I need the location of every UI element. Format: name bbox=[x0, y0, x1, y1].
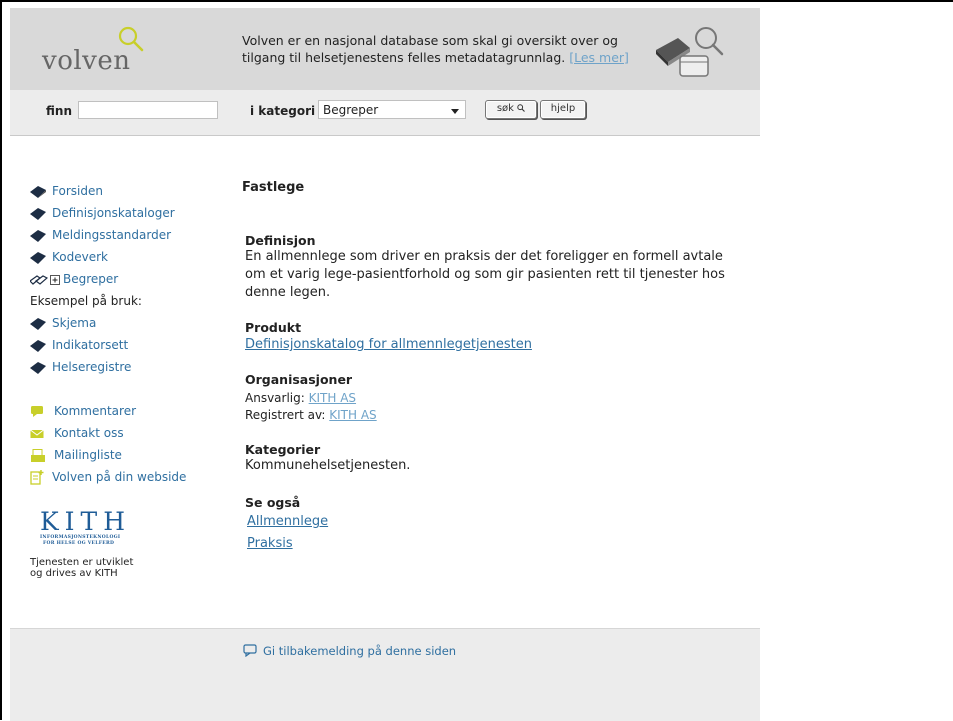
sidebar-item-label: Kontakt oss bbox=[54, 426, 124, 440]
window-border-left bbox=[0, 0, 2, 720]
search-button-label: søk bbox=[496, 103, 514, 114]
sidebar-item-kontakt[interactable]: Kontakt oss bbox=[30, 426, 124, 440]
category-selected-value: Begreper bbox=[323, 103, 379, 117]
sidebar-item-webside[interactable]: Volven på din webside bbox=[30, 470, 186, 485]
see-also-link-allmennlege[interactable]: Allmennlege bbox=[247, 514, 328, 529]
sidebar-item-label: Meldingsstandarder bbox=[52, 228, 172, 242]
mail-icon bbox=[30, 429, 44, 438]
sidebar-item-label: Definisjonskataloger bbox=[52, 206, 175, 220]
usage-heading: Eksempel på bruk: bbox=[30, 294, 142, 308]
comment-icon bbox=[243, 644, 257, 658]
sidebar-item-kodeverk[interactable]: Kodeverk bbox=[30, 250, 108, 264]
sidebar-item-label: Begreper bbox=[63, 272, 119, 286]
book-icon bbox=[30, 317, 46, 330]
kith-logo[interactable]: KITH INFORMASJONSTEKNOLOGI FOR HELSE OG … bbox=[40, 509, 131, 547]
expand-plus-icon[interactable] bbox=[50, 274, 60, 285]
sidebar-item-label: Forsiden bbox=[52, 184, 103, 198]
registered-label: Registrert av: bbox=[245, 408, 326, 422]
page: volven Volven er en nasjonal database so… bbox=[10, 8, 760, 721]
search-bar: finn i kategori Begreper søk hjelp bbox=[10, 90, 760, 136]
search-icon bbox=[517, 104, 526, 112]
kith-note-line1: Tjenesten er utviklet bbox=[30, 557, 134, 568]
kith-note: Tjenesten er utviklet og drives av KITH bbox=[30, 557, 133, 579]
sidebar-item-label: Skjema bbox=[52, 316, 97, 330]
search-button[interactable]: søk bbox=[485, 100, 537, 119]
category-select[interactable]: Begreper bbox=[318, 100, 466, 119]
window-border-top bbox=[0, 0, 953, 2]
footer: Gi tilbakemelding på denne siden bbox=[10, 628, 760, 721]
book-icon bbox=[30, 251, 46, 264]
registered-row: Registrert av: KITH AS bbox=[245, 406, 725, 424]
sidebar-item-begreper[interactable]: Begreper bbox=[30, 272, 118, 286]
document-add-icon bbox=[30, 470, 44, 485]
sidebar-item-mailingliste[interactable]: Mailingliste bbox=[30, 448, 122, 463]
see-also-heading: Se også bbox=[245, 495, 301, 510]
responsible-row: Ansvarlig: KITH AS bbox=[245, 389, 725, 407]
see-also-link-praksis[interactable]: Praksis bbox=[247, 536, 293, 551]
mailing-list-icon bbox=[31, 448, 45, 462]
header-description-text: Volven er en nasjonal database som skal … bbox=[242, 33, 618, 65]
categories-text: Kommunehelsetjenesten. bbox=[245, 458, 411, 473]
definition-text: En allmennlege som driver en praksis der… bbox=[245, 249, 725, 300]
product-link[interactable]: Definisjonskatalog for allmennlegetjenes… bbox=[245, 337, 532, 352]
responsible-link[interactable]: KITH AS bbox=[309, 391, 356, 405]
sidebar-item-label: Helseregistre bbox=[52, 360, 132, 374]
sidebar-item-label: Mailingliste bbox=[54, 448, 122, 462]
sidebar-item-label: Indikatorsett bbox=[52, 338, 129, 352]
header: volven Volven er en nasjonal database so… bbox=[10, 8, 760, 90]
book-icon bbox=[30, 207, 46, 220]
browser-frame: volven Volven er en nasjonal database so… bbox=[0, 0, 953, 721]
help-button[interactable]: hjelp bbox=[540, 100, 586, 119]
read-more-link[interactable]: [Les mer] bbox=[569, 50, 629, 65]
book-icon bbox=[30, 361, 46, 374]
sidebar-item-forsiden[interactable]: Forsiden bbox=[30, 184, 103, 198]
sidebar-item-label: Volven på din webside bbox=[52, 470, 187, 484]
categories-heading: Kategorier bbox=[245, 442, 321, 457]
registered-link[interactable]: KITH AS bbox=[329, 408, 376, 422]
sidebar-item-definisjonskataloger[interactable]: Definisjonskataloger bbox=[30, 206, 175, 220]
responsible-label: Ansvarlig: bbox=[245, 391, 305, 405]
book-icon bbox=[30, 229, 46, 242]
kith-logo-sub2: FOR HELSE OG VELFERD bbox=[43, 541, 115, 546]
product-heading: Produkt bbox=[245, 320, 302, 335]
sidebar-item-kommentarer[interactable]: Kommentarer bbox=[30, 404, 136, 418]
dropdown-arrow-icon bbox=[451, 109, 459, 114]
category-label: i kategori bbox=[250, 104, 316, 118]
feedback-link[interactable]: Gi tilbakemelding på denne siden bbox=[243, 644, 456, 658]
open-book-icon bbox=[30, 274, 48, 285]
finn-label: finn bbox=[46, 104, 72, 118]
header-description: Volven er en nasjonal database som skal … bbox=[242, 32, 642, 66]
page-title: Fastlege bbox=[242, 180, 305, 195]
sidebar-item-label: Kodeverk bbox=[52, 250, 108, 264]
book-icon bbox=[30, 339, 46, 352]
book-search-icon bbox=[656, 27, 724, 77]
comment-icon bbox=[31, 406, 43, 417]
finn-input[interactable] bbox=[78, 101, 218, 119]
kith-logo-text: KITH bbox=[40, 507, 132, 536]
sidebar-item-meldingsstandarder[interactable]: Meldingsstandarder bbox=[30, 228, 171, 242]
feedback-label: Gi tilbakemelding på denne siden bbox=[263, 644, 457, 658]
sidebar-item-helseregistre[interactable]: Helseregistre bbox=[30, 360, 131, 374]
kith-note-line2: og drives av KITH bbox=[30, 568, 118, 579]
organisations-heading: Organisasjoner bbox=[245, 372, 353, 387]
sidebar-item-label: Kommentarer bbox=[54, 404, 137, 418]
sidebar-item-indikatorsett[interactable]: Indikatorsett bbox=[30, 338, 128, 352]
sidebar-item-skjema[interactable]: Skjema bbox=[30, 316, 96, 330]
magnifier-logo-icon bbox=[118, 26, 144, 52]
definition-heading: Definisjon bbox=[245, 233, 316, 248]
book-icon bbox=[30, 185, 46, 198]
